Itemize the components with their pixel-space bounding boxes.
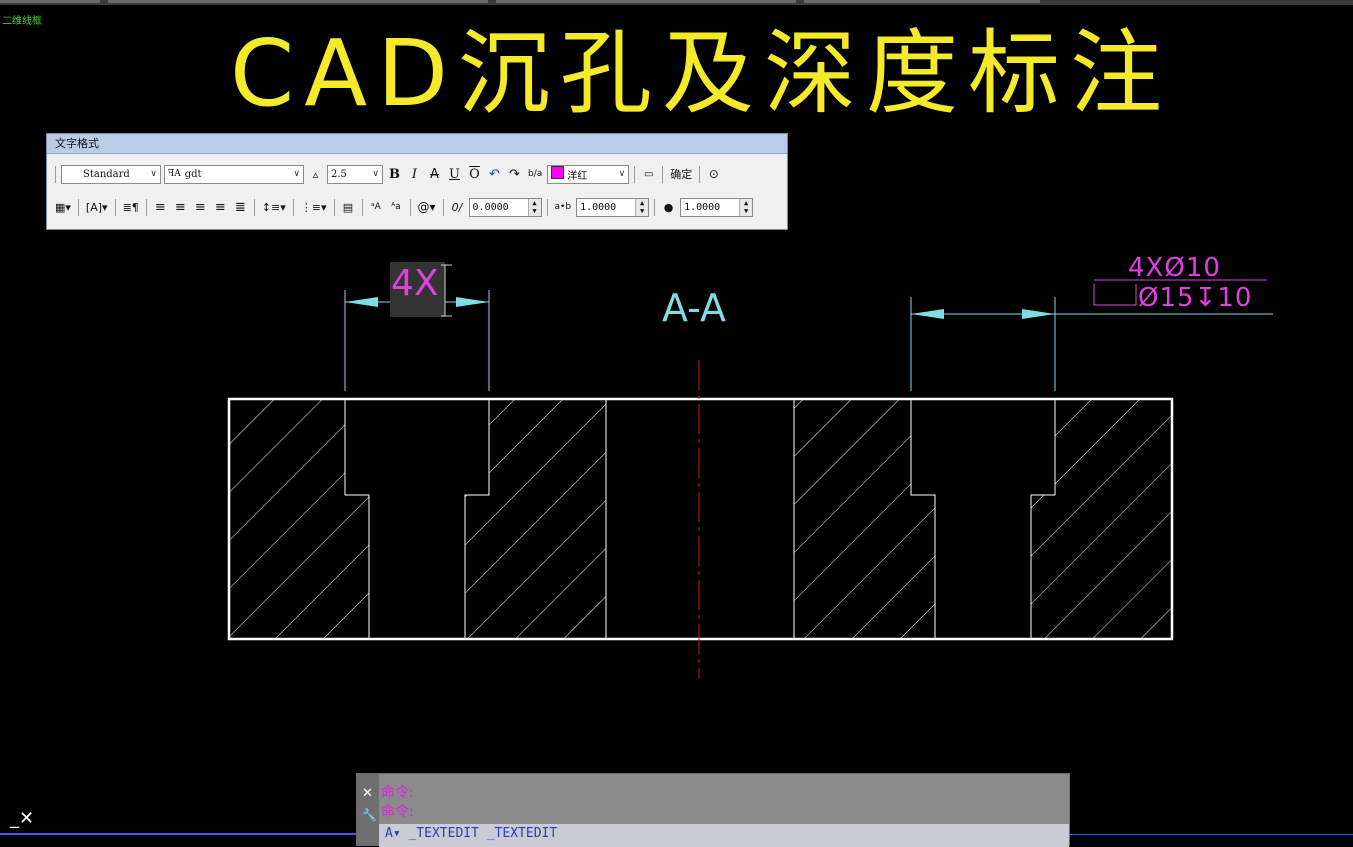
status-divider bbox=[0, 833, 356, 835]
undo-button[interactable]: ↶ bbox=[486, 165, 503, 184]
close-icon[interactable]: ✕ bbox=[362, 786, 373, 801]
width-factor-input[interactable]: 1.0000 ▲ ▼ bbox=[680, 197, 754, 217]
oblique-value: 0.0000 bbox=[472, 201, 509, 213]
text-style-select[interactable]: Standard ∨ bbox=[61, 164, 161, 184]
separator bbox=[253, 198, 255, 216]
lowercase-icon[interactable]: ᴬa bbox=[388, 198, 405, 217]
separator bbox=[662, 165, 664, 183]
oblique-icon: 0/ bbox=[451, 200, 463, 214]
symbol-icon[interactable]: @▾ bbox=[416, 198, 438, 217]
options-icon[interactable]: ⊙ bbox=[705, 165, 722, 184]
numbering-icon[interactable]: ⋮≡▾ bbox=[299, 198, 329, 217]
text-format-toolbar: 文字格式 Standard ∨ ꟻA gdt ∨ ▵ 2.5 ∨ B I A U O … bbox=[46, 133, 788, 230]
chevron-down-icon: ∨ bbox=[293, 169, 300, 179]
callout-line1: 4XØ10 bbox=[1128, 253, 1221, 283]
spinner-icon[interactable]: ▲ ▼ bbox=[527, 198, 541, 216]
separator bbox=[77, 198, 79, 216]
overline-button[interactable]: O bbox=[466, 165, 483, 184]
line-spacing-icon[interactable]: ↕≡▾ bbox=[260, 198, 288, 217]
color-value-wrap: 洋红 bbox=[551, 166, 587, 182]
width-factor-icon: ● bbox=[663, 200, 674, 214]
underline-button[interactable]: U bbox=[446, 165, 463, 184]
font-select[interactable]: ꟻA gdt ∨ bbox=[164, 164, 304, 184]
text-height-value: 2.5 bbox=[331, 168, 347, 180]
text-style-value: Standard bbox=[83, 168, 130, 180]
separator bbox=[361, 198, 363, 216]
separator bbox=[409, 198, 411, 216]
tracking-value: 1.0000 bbox=[580, 201, 617, 213]
separator bbox=[292, 198, 294, 216]
stack-button[interactable]: b/a bbox=[526, 165, 544, 184]
uppercase-icon[interactable]: ᵃA bbox=[368, 198, 385, 217]
separator bbox=[55, 165, 56, 183]
hole-callout: 4XØ10 Ø15↧10 bbox=[1093, 253, 1267, 313]
font-value: gdt bbox=[184, 168, 202, 180]
oblique-angle-input[interactable]: 0.0000 ▲ ▼ bbox=[468, 197, 542, 217]
chevron-down-icon: ∨ bbox=[372, 169, 379, 179]
align-right-icon[interactable]: ≡ bbox=[192, 198, 209, 217]
align-left-icon[interactable]: ≡ bbox=[152, 198, 169, 217]
command-window: ✕ 🔧 命令: 命令: A▾ _TEXTEDIT _TEXTEDIT bbox=[356, 773, 1070, 847]
annotative-icon[interactable]: ▵ bbox=[307, 165, 324, 184]
separator bbox=[333, 198, 335, 216]
tracking-input[interactable]: 1.0000 ▲ ▼ bbox=[576, 197, 650, 217]
width-factor-value: 1.0000 bbox=[684, 201, 721, 213]
separator bbox=[442, 198, 444, 216]
color-swatch bbox=[551, 166, 565, 179]
bold-button[interactable]: B bbox=[386, 165, 403, 184]
separator bbox=[699, 165, 701, 183]
video-title-overlay: CAD沉孔及深度标注 bbox=[230, 20, 1173, 127]
toolbar-row-1: Standard ∨ ꟻA gdt ∨ ▵ 2.5 ∨ B I A U O ↶ ↷ b… bbox=[53, 162, 781, 186]
separator bbox=[654, 198, 656, 216]
toolbar-row-2: ▦▾ [A]▾ ≣¶ ≡ ≡ ≡ ≡ ≣ ↕≡▾ ⋮≡▾ ▤ ᵃA ᴬa @▾ … bbox=[53, 195, 781, 219]
justify-icon[interactable]: ≡ bbox=[212, 198, 229, 217]
part-outline bbox=[227, 397, 1174, 641]
chevron-down-icon: ∨ bbox=[618, 169, 626, 179]
command-history-line: 命令: bbox=[381, 804, 414, 820]
paragraph-icon[interactable]: ≣¶ bbox=[121, 198, 141, 217]
ucs-x-axis-icon: _✕ bbox=[10, 808, 35, 829]
editing-text[interactable]: 4X bbox=[391, 263, 439, 304]
command-input[interactable]: A▾ _TEXTEDIT _TEXTEDIT bbox=[379, 824, 1069, 847]
text-height-select[interactable]: 2.5 ∨ bbox=[327, 164, 383, 184]
columns-icon[interactable]: ▦▾ bbox=[53, 198, 73, 217]
italic-button[interactable]: I bbox=[406, 165, 423, 184]
align-center-icon[interactable]: ≡ bbox=[172, 198, 189, 217]
separator bbox=[145, 198, 147, 216]
spinner-icon[interactable]: ▲ ▼ bbox=[739, 198, 753, 216]
justification-icon[interactable]: [A]▾ bbox=[84, 198, 110, 217]
chevron-down-icon: ∨ bbox=[150, 169, 157, 179]
distribute-icon[interactable]: ≣ bbox=[232, 198, 249, 217]
command-history-line: 命令: bbox=[381, 785, 414, 801]
font-icon: ꟻA bbox=[168, 169, 181, 179]
section-label: A-A bbox=[662, 286, 726, 330]
callout-line2: Ø15↧10 bbox=[1138, 283, 1252, 313]
separator bbox=[634, 165, 636, 183]
status-divider bbox=[1070, 834, 1353, 835]
separator bbox=[546, 198, 548, 216]
color-value: 洋红 bbox=[567, 171, 588, 182]
color-select[interactable]: 洋红 ∨ bbox=[547, 164, 630, 184]
strikethrough-button[interactable]: A bbox=[426, 165, 443, 184]
ok-button[interactable]: 确定 bbox=[668, 165, 694, 184]
insert-field-icon[interactable]: ▤ bbox=[340, 198, 357, 217]
command-window-handle[interactable]: ✕ 🔧 bbox=[357, 774, 379, 845]
separator bbox=[114, 198, 116, 216]
tracking-icon: a•b bbox=[554, 202, 572, 212]
ruler-icon[interactable]: ▭ bbox=[640, 165, 657, 184]
spinner-icon[interactable]: ▲ ▼ bbox=[635, 198, 649, 216]
toolbar-title[interactable]: 文字格式 bbox=[47, 134, 787, 154]
wrench-icon[interactable]: 🔧 bbox=[362, 808, 377, 822]
redo-button[interactable]: ↷ bbox=[506, 165, 523, 184]
